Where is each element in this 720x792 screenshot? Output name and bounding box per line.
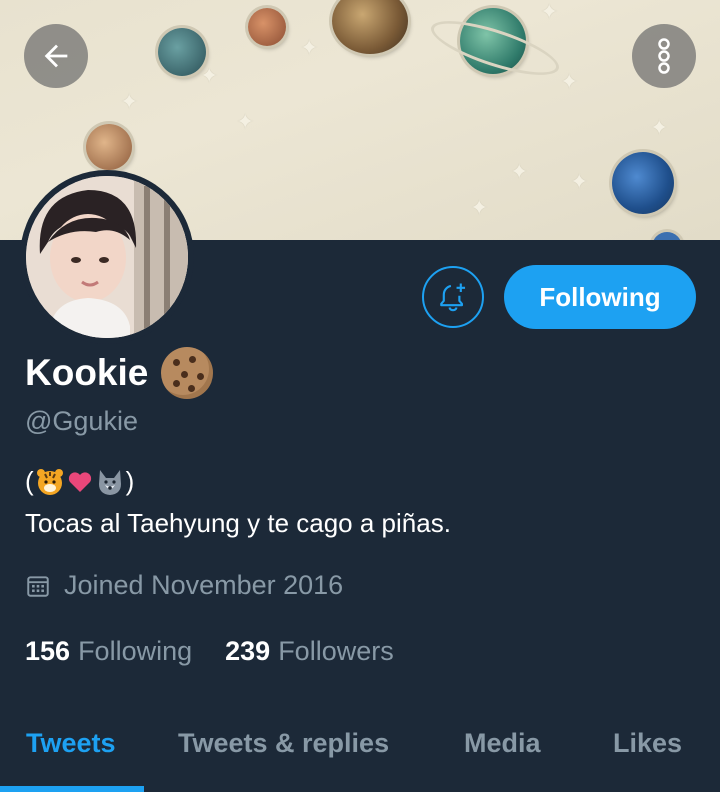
profile-tabs: Tweets Tweets & replies Media Likes xyxy=(0,720,720,792)
banner-star: ✦ xyxy=(540,0,559,25)
banner-planet xyxy=(652,232,682,240)
notifications-toggle-button[interactable] xyxy=(422,266,484,328)
tab-likes[interactable]: Likes xyxy=(613,728,682,759)
calendar-icon xyxy=(27,575,49,597)
bio-emoji-line: ( ) xyxy=(25,466,134,497)
banner-star: ✦ xyxy=(570,170,589,195)
following-count: 156 xyxy=(25,636,71,666)
banner-planet xyxy=(248,8,286,46)
tab-tweets[interactable]: Tweets xyxy=(26,728,116,759)
bio-open-paren: ( xyxy=(25,466,34,496)
profile-name-row: Kookie xyxy=(25,345,214,401)
banner-planet xyxy=(332,0,408,54)
banner-star: ✦ xyxy=(510,160,529,185)
banner-star: ✦ xyxy=(236,110,255,135)
following-label: Following xyxy=(78,636,193,666)
tab-media[interactable]: Media xyxy=(464,728,541,759)
tiger-face-emoji xyxy=(36,468,63,495)
active-tab-indicator xyxy=(0,786,144,792)
cookie-emoji xyxy=(161,347,214,399)
back-button[interactable] xyxy=(24,24,88,88)
profile-handle: @Ggukie xyxy=(25,406,138,436)
following-button[interactable]: Following xyxy=(504,265,696,329)
banner-star: ✦ xyxy=(300,36,319,61)
followers-label: Followers xyxy=(278,636,394,666)
joined-date-row: Joined November 2016 xyxy=(25,570,343,601)
banner-star: ✦ xyxy=(200,64,219,89)
banner-star: ✦ xyxy=(120,90,139,115)
follow-stats: 156 Following 239 Followers xyxy=(25,636,394,667)
wolf-face-emoji xyxy=(98,469,121,495)
banner-star: ✦ xyxy=(560,70,579,95)
heart-emoji xyxy=(68,471,91,492)
bio-close-paren: ) xyxy=(125,466,135,496)
avatar-photo xyxy=(26,176,188,338)
banner-star: ✦ xyxy=(650,116,669,141)
bio-text: Tocas al Taehyung y te cago a piñas. xyxy=(25,508,451,538)
followers-stat[interactable]: 239 Followers xyxy=(225,636,394,667)
joined-date-text: Joined November 2016 xyxy=(64,570,344,600)
following-stat[interactable]: 156 Following xyxy=(25,636,192,667)
avatar[interactable] xyxy=(26,176,188,338)
vertical-dots-icon xyxy=(658,38,670,74)
banner-planet xyxy=(612,152,674,214)
profile-name: Kookie xyxy=(25,352,149,393)
bell-plus-icon xyxy=(440,283,466,312)
overflow-menu-button[interactable] xyxy=(632,24,696,88)
banner-planet xyxy=(158,28,206,76)
banner-planet xyxy=(86,124,132,170)
arrow-left-icon xyxy=(44,44,68,68)
banner-star: ✦ xyxy=(470,196,489,221)
tab-tweets-and-replies[interactable]: Tweets & replies xyxy=(178,728,389,759)
followers-count: 239 xyxy=(225,636,271,666)
